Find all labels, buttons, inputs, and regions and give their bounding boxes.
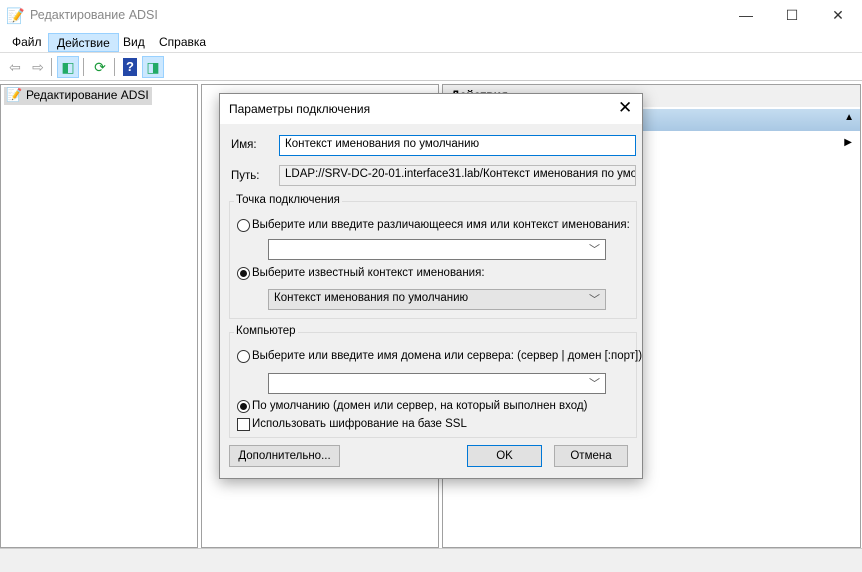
advanced-button[interactable]: Дополнительно... (229, 445, 340, 467)
name-input[interactable]: Контекст именования по умолчанию (279, 135, 636, 156)
ok-button[interactable]: OK (467, 445, 542, 467)
maximize-button[interactable]: ☐ (769, 0, 815, 31)
dn-combo[interactable]: ﹀ (268, 239, 606, 260)
ssl-checkbox-label[interactable]: Использовать шифрование на базе SSL (252, 418, 467, 430)
name-label: Имя: (231, 139, 257, 151)
adsi-node-icon: 📝 (6, 87, 23, 102)
adsi-app-icon: 📝 (6, 8, 25, 25)
tree-item-root[interactable]: 📝 Редактирование ADSI (4, 87, 152, 105)
status-bar (0, 548, 862, 572)
server-radio[interactable] (237, 350, 250, 363)
connection-point-legend: Точка подключения (234, 194, 342, 206)
server-radio-label[interactable]: Выберите или введите имя домена или серв… (252, 350, 642, 362)
close-button[interactable]: ✕ (815, 0, 861, 31)
minimize-button[interactable]: — (723, 0, 769, 31)
menu-help[interactable]: Справка (151, 33, 214, 52)
chevron-down-icon: ﹀ (589, 378, 600, 390)
dn-radio[interactable] (237, 219, 250, 232)
chevron-down-icon: ﹀ (589, 244, 600, 256)
tree-pane: 📝 Редактирование ADSI (0, 84, 198, 548)
refresh-icon[interactable]: ⟳ (89, 56, 111, 78)
window-title: Редактирование ADSI (30, 8, 158, 22)
default-server-radio[interactable] (237, 400, 250, 413)
title-bar: 📝 Редактирование ADSI — ☐ ✕ (0, 0, 862, 31)
menu-action[interactable]: Действие (48, 33, 119, 52)
known-context-radio-label[interactable]: Выберите известный контекст именования: (252, 267, 485, 279)
known-context-combo[interactable]: Контекст именования по умолчанию ﹀ (268, 289, 606, 310)
connection-settings-dialog: Параметры подключения ✕ Имя: Контекст им… (219, 93, 643, 479)
menu-file[interactable]: Файл (4, 33, 50, 52)
path-input[interactable]: LDAP://SRV-DC-20-01.interface31.lab/Конт… (279, 165, 636, 186)
forward-arrow-icon[interactable]: ⇨ (27, 56, 49, 78)
menu-view[interactable]: Вид (115, 33, 153, 52)
known-context-value: Контекст именования по умолчанию (274, 292, 469, 304)
toolbar-separator (83, 58, 84, 76)
cancel-button[interactable]: Отмена (554, 445, 628, 467)
dialog-title: Параметры подключения (229, 102, 371, 116)
default-server-radio-label[interactable]: По умолчанию (домен или сервер, на котор… (252, 400, 587, 412)
toolbar-separator (51, 58, 52, 76)
ssl-checkbox[interactable] (237, 418, 250, 431)
dialog-title-bar: Параметры подключения ✕ (220, 94, 642, 124)
show-hide-tree-icon[interactable]: ◧ (57, 56, 79, 78)
tree-item-label: Редактирование ADSI (26, 88, 149, 102)
path-label: Путь: (231, 170, 260, 182)
menu-bar: Файл Действие Вид Справка (0, 31, 862, 53)
computer-legend: Компьютер (234, 325, 298, 337)
dialog-close-icon[interactable]: ✕ (618, 98, 632, 118)
help-icon[interactable]: ? (123, 58, 137, 76)
show-hide-action-pane-icon[interactable]: ◨ (142, 56, 164, 78)
toolbar-separator (114, 58, 115, 76)
submenu-arrow-icon[interactable]: ▶ (844, 137, 852, 148)
chevron-down-icon: ﹀ (589, 294, 600, 306)
dn-radio-label[interactable]: Выберите или введите различающееся имя и… (252, 219, 630, 231)
collapse-up-icon[interactable]: ▲ (844, 112, 854, 123)
server-combo[interactable]: ﹀ (268, 373, 606, 394)
toolbar: ⇦ ⇨ ◧ ⟳ ? ◨ (0, 53, 862, 81)
back-arrow-icon[interactable]: ⇦ (4, 56, 26, 78)
known-context-radio[interactable] (237, 267, 250, 280)
